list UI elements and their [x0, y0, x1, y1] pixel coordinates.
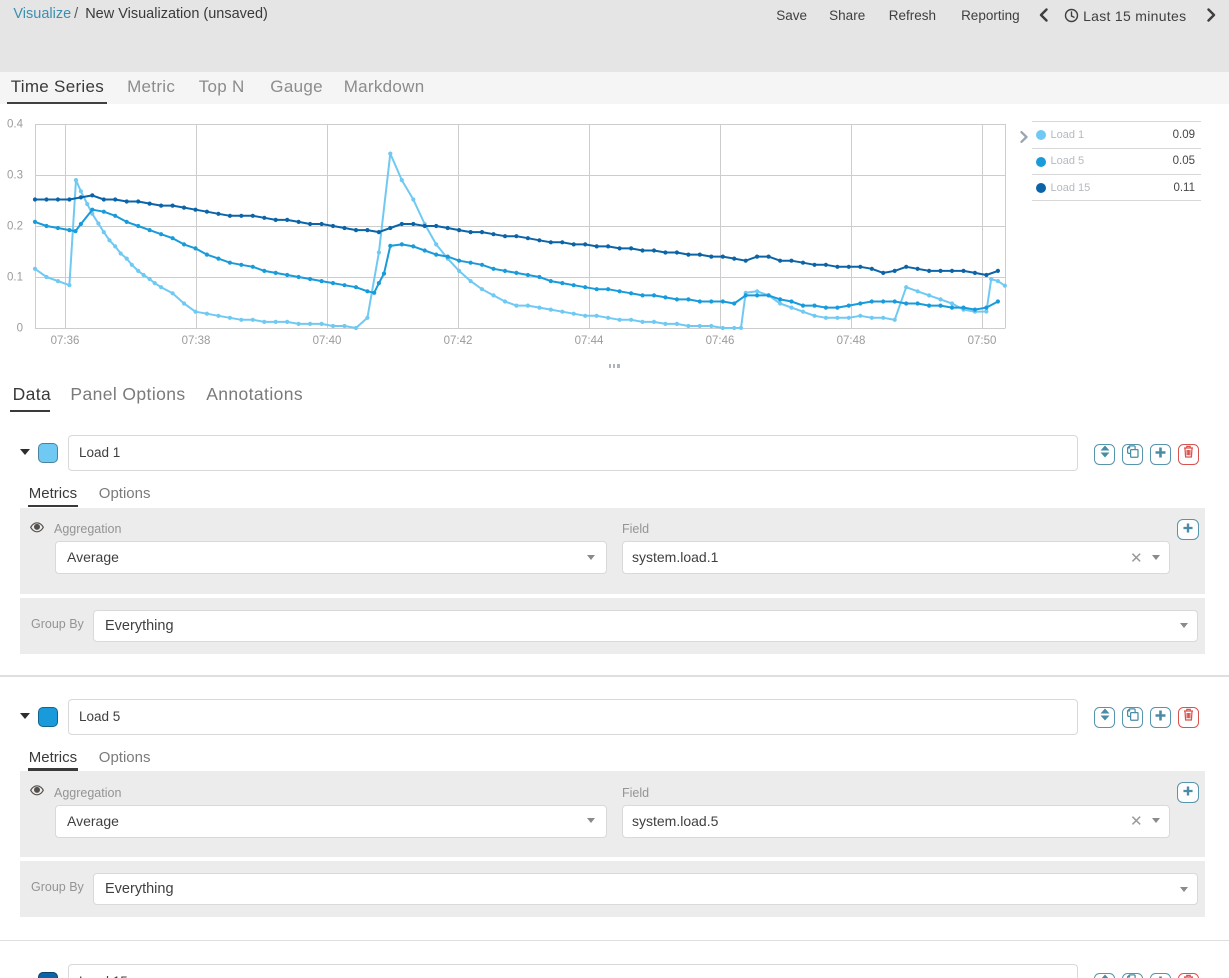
svg-text:0.4: 0.4 — [7, 119, 24, 131]
svg-text:07:38: 07:38 — [182, 335, 211, 347]
svg-text:0.3: 0.3 — [7, 170, 23, 182]
svg-text:0: 0 — [17, 323, 23, 335]
svg-text:07:36: 07:36 — [51, 335, 80, 347]
svg-text:0.2: 0.2 — [7, 221, 23, 233]
svg-text:07:50: 07:50 — [968, 335, 997, 347]
svg-text:07:42: 07:42 — [444, 335, 473, 347]
svg-text:0.1: 0.1 — [7, 272, 23, 284]
svg-text:07:46: 07:46 — [706, 335, 735, 347]
svg-text:07:44: 07:44 — [575, 335, 604, 347]
svg-text:07:40: 07:40 — [313, 335, 342, 347]
svg-text:07:48: 07:48 — [837, 335, 866, 347]
